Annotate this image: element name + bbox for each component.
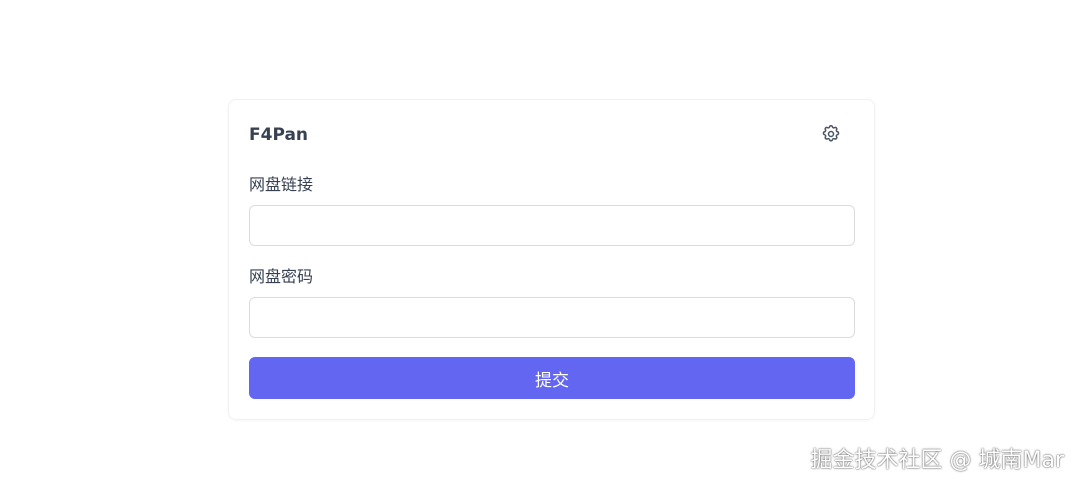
link-input[interactable] bbox=[249, 205, 855, 246]
watermark-text: 掘金技术社区 @ 城南Mar bbox=[810, 448, 1065, 473]
app-title: F4Pan bbox=[249, 125, 309, 145]
password-label: 网盘密码 bbox=[249, 267, 314, 286]
link-label: 网盘链接 bbox=[249, 175, 314, 194]
password-input[interactable] bbox=[249, 297, 855, 338]
settings-button[interactable] bbox=[820, 124, 842, 148]
gear-icon bbox=[821, 124, 841, 148]
form-card: F4Pan 网盘链接 网盘密码 提交 bbox=[228, 99, 875, 420]
submit-button[interactable]: 提交 bbox=[249, 357, 855, 399]
page: F4Pan 网盘链接 网盘密码 提交 掘金技术社区 @ 城南Mar bbox=[0, 0, 1080, 491]
